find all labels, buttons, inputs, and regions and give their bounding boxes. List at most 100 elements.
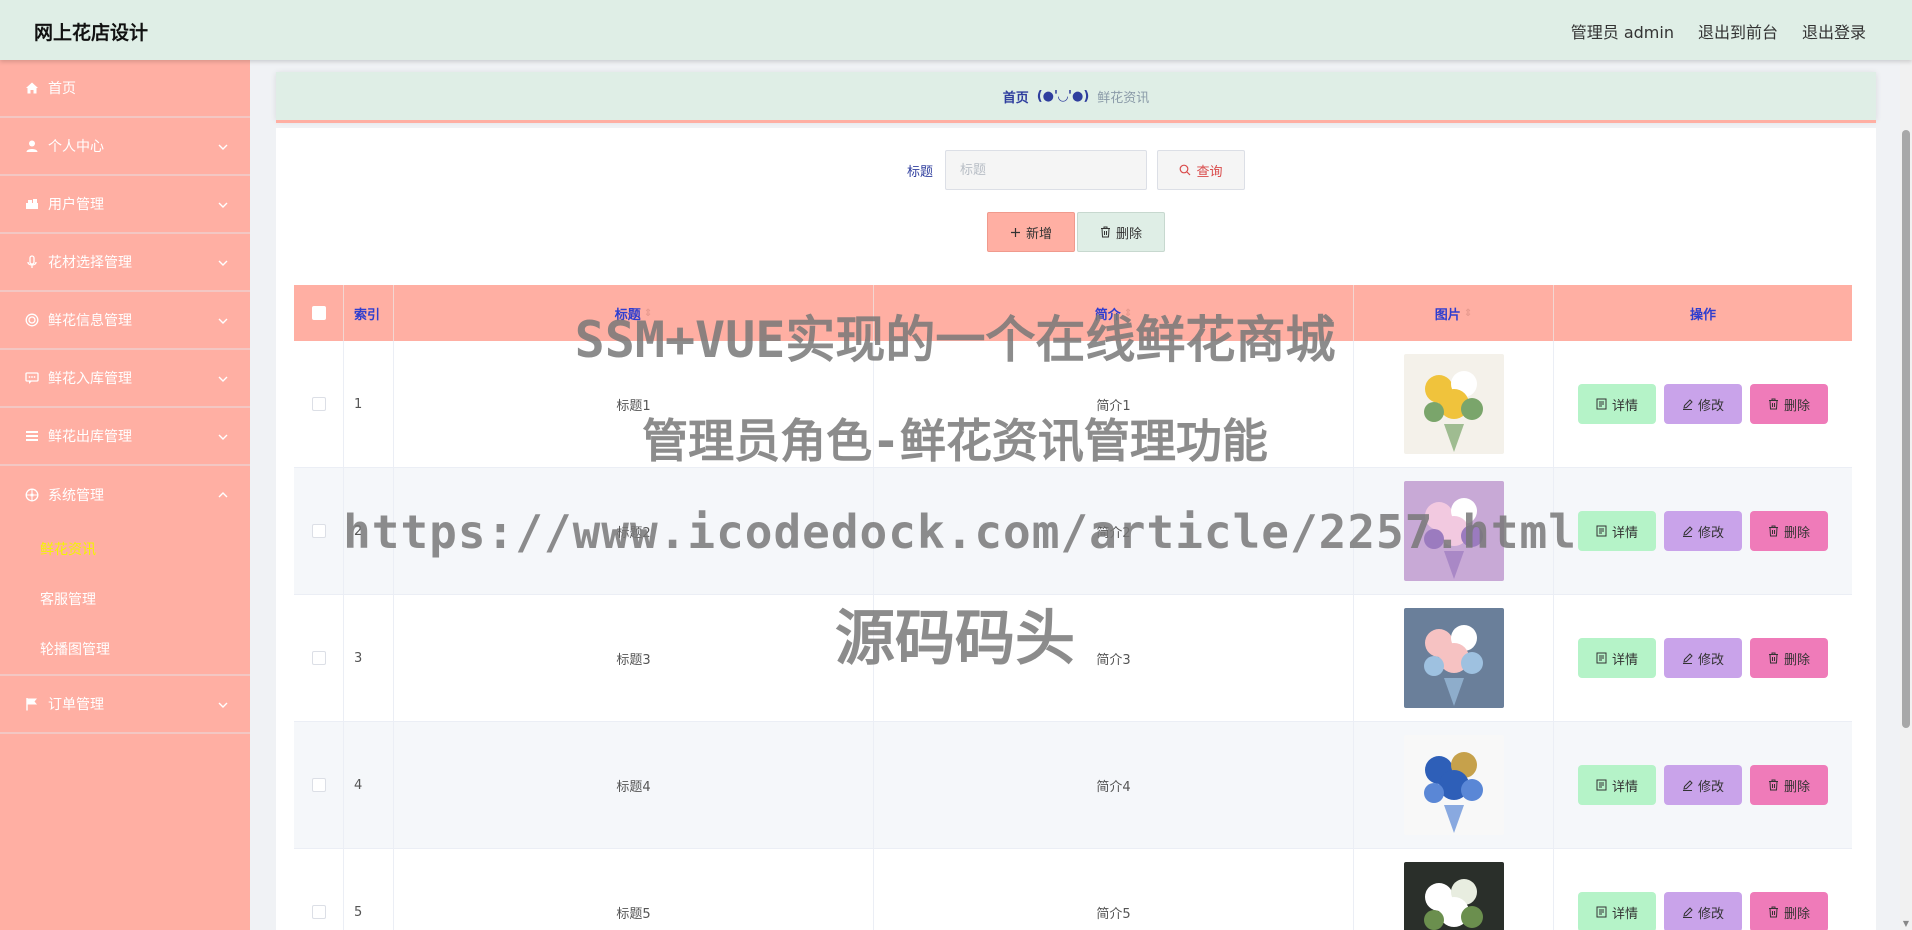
detail-button-label: 详情	[1611, 525, 1638, 541]
sort-icon[interactable]: ⇕	[1464, 308, 1472, 319]
delete-button[interactable]: 删除	[1750, 384, 1828, 424]
row-index: 4	[344, 722, 394, 848]
page-scrollbar[interactable]: ▼	[1900, 60, 1912, 930]
admin-user-label[interactable]: 管理员 admin	[1571, 19, 1674, 43]
title-search-input[interactable]	[945, 150, 1147, 190]
back-to-front-link[interactable]: 退出到前台	[1698, 19, 1778, 43]
flower-image[interactable]	[1403, 862, 1504, 930]
edit-button-label: 修改	[1697, 652, 1724, 668]
chevron-down-icon	[218, 376, 228, 382]
logout-link[interactable]: 退出登录	[1802, 19, 1866, 43]
detail-button-label: 详情	[1611, 652, 1638, 668]
edit-button-label: 修改	[1697, 525, 1724, 541]
add-button[interactable]: 新增	[987, 212, 1075, 252]
app-title: 网上花店设计	[34, 22, 149, 44]
edit-button[interactable]: 修改	[1664, 765, 1742, 805]
sidebar-item-flower-stock-in[interactable]: 鲜花入库管理	[0, 350, 250, 408]
search-icon	[1180, 164, 1191, 176]
sidebar-item-label: 系统管理	[48, 488, 104, 504]
row-index: 1	[344, 341, 394, 467]
row-checkbox[interactable]	[311, 778, 326, 792]
edit-button[interactable]: 修改	[1664, 511, 1742, 551]
delete-button[interactable]: 删除	[1750, 892, 1828, 930]
detail-button[interactable]: 详情	[1578, 384, 1656, 424]
breadcrumb-home[interactable]: 首页	[1003, 87, 1029, 106]
header-picture[interactable]: 图片 ⇕	[1354, 285, 1554, 341]
sort-icon[interactable]: ⇕	[644, 308, 652, 319]
sidebar-item-label: 个人中心	[48, 139, 104, 155]
row-select-cell	[294, 468, 344, 594]
detail-button[interactable]: 详情	[1578, 638, 1656, 678]
row-checkbox[interactable]	[311, 397, 326, 411]
edit-button[interactable]: 修改	[1664, 892, 1742, 930]
sidebar-item-personal-center[interactable]: 个人中心	[0, 118, 250, 176]
flower-image[interactable]	[1403, 735, 1504, 835]
sidebar-item-flower-stock-out[interactable]: 鲜花出库管理	[0, 408, 250, 466]
table-header: 索引 标题 ⇕ 简介 ⇕ 图片 ⇕ 操作	[294, 285, 1852, 341]
batch-delete-button[interactable]: 删除	[1077, 212, 1165, 252]
edit-button-label: 修改	[1697, 906, 1724, 922]
sidebar-item-label: 首页	[48, 81, 76, 97]
table-row: 5 标题5 简介5 详情 修改 删除	[294, 849, 1852, 930]
breadcrumb-separator: (●'◡'●)	[1036, 88, 1090, 104]
trash-icon	[1100, 226, 1110, 238]
flower-image[interactable]	[1403, 481, 1504, 581]
flower-image[interactable]	[1403, 608, 1504, 708]
delete-button-label: 删除	[1783, 525, 1810, 541]
delete-button[interactable]: 删除	[1750, 511, 1828, 551]
row-select-cell	[294, 849, 344, 930]
sort-icon[interactable]: ⇕	[1124, 308, 1132, 319]
edit-button-label: 修改	[1697, 779, 1724, 795]
scroll-down-icon[interactable]: ▼	[1902, 920, 1910, 928]
edit-button[interactable]: 修改	[1664, 638, 1742, 678]
header-intro[interactable]: 简介 ⇕	[874, 285, 1354, 341]
edit-button[interactable]: 修改	[1664, 384, 1742, 424]
sidebar-subitem-customer-service[interactable]: 客服管理	[0, 574, 250, 624]
sidebar-item-label: 用户管理	[48, 197, 104, 213]
row-checkbox[interactable]	[311, 905, 326, 919]
delete-button[interactable]: 删除	[1750, 638, 1828, 678]
delete-button[interactable]: 删除	[1750, 765, 1828, 805]
scrollbar-thumb[interactable]	[1902, 130, 1910, 728]
delete-button-label: 删除	[1783, 906, 1810, 922]
sidebar-subitem-carousel[interactable]: 轮播图管理	[0, 624, 250, 674]
sidebar-item-flower-info[interactable]: 鲜花信息管理	[0, 292, 250, 350]
sidebar-item-flower-material[interactable]: 花材选择管理	[0, 234, 250, 292]
flower-image[interactable]	[1403, 354, 1504, 454]
row-checkbox[interactable]	[311, 524, 326, 538]
main-content: 首页 (●'◡'●) 鲜花资讯 标题 查询 新增 删除	[250, 60, 1912, 930]
row-intro: 简介2	[874, 468, 1354, 594]
detail-button-label: 详情	[1611, 398, 1638, 414]
trash-icon	[1768, 906, 1778, 918]
chevron-down-icon	[218, 434, 228, 440]
row-index: 5	[344, 849, 394, 930]
detail-button[interactable]: 详情	[1578, 511, 1656, 551]
breadcrumb: 首页 (●'◡'●) 鲜花资讯	[276, 72, 1876, 120]
header-title[interactable]: 标题 ⇕	[394, 285, 874, 341]
search-bar: 标题 查询	[276, 150, 1876, 190]
document-icon	[1596, 779, 1607, 791]
sidebar-item-user-management[interactable]: 用户管理	[0, 176, 250, 234]
chevron-down-icon	[218, 702, 228, 708]
sidebar-item-order-management[interactable]: 订单管理	[0, 676, 250, 734]
query-button[interactable]: 查询	[1157, 150, 1245, 190]
sidebar-item-label: 鲜花入库管理	[48, 371, 132, 387]
trash-icon	[1768, 525, 1778, 537]
sidebar-item-system-management[interactable]: 系统管理	[0, 466, 250, 524]
row-checkbox[interactable]	[311, 651, 326, 665]
breadcrumb-current: 鲜花资讯	[1097, 90, 1150, 106]
header-operation-label: 操作	[1689, 307, 1716, 323]
batch-delete-button-label: 删除	[1115, 226, 1142, 242]
edit-button-label: 修改	[1697, 398, 1724, 414]
detail-button[interactable]: 详情	[1578, 892, 1656, 930]
detail-button-label: 详情	[1611, 906, 1638, 922]
settings-icon	[24, 487, 40, 503]
row-intro: 简介3	[874, 595, 1354, 721]
sidebar-subitem-flower-news[interactable]: 鲜花资讯	[0, 524, 250, 574]
select-all-checkbox[interactable]	[311, 306, 326, 320]
sidebar-item-home[interactable]: 首页	[0, 60, 250, 118]
detail-button[interactable]: 详情	[1578, 765, 1656, 805]
row-picture-cell	[1354, 468, 1554, 594]
delete-button-label: 删除	[1783, 652, 1810, 668]
row-title: 标题5	[394, 849, 874, 930]
